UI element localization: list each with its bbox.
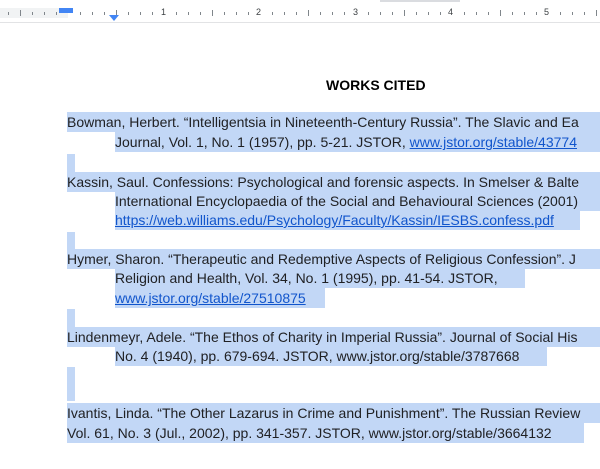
citation-hymer-line-2[interactable]: Religion and Health, Vol. 34, No. 1 (199… (115, 268, 525, 288)
citation-lindenmeyr-line-1[interactable]: Lindenmeyr, Adele. “The Ethos of Charity… (67, 327, 600, 347)
ruler-number-4: 4 (448, 7, 454, 17)
citation-kassin-line-3[interactable]: https://web.williams.edu/Psychology/Facu… (115, 210, 580, 230)
ruler-tick (368, 12, 369, 15)
selection-blank-line (67, 367, 75, 401)
docs-editor: 1 2 3 4 5 WORKS CITED Bowman, Herbert. “… (0, 0, 600, 469)
citation-ivantis-line-2[interactable]: Vol. 61, No. 3 (Jul., 2002), pp. 341-357… (67, 423, 584, 443)
ruler-tick (404, 10, 405, 16)
ruler-number-2: 2 (256, 7, 262, 17)
ruler-tick (320, 12, 321, 15)
document-page[interactable]: WORKS CITED Bowman, Herbert. “Intelligen… (0, 23, 600, 469)
ruler-tick (332, 12, 333, 15)
citation-bowman-line-2[interactable]: Journal, Vol. 1, No. 1 (1957), pp. 5-21.… (115, 132, 600, 152)
ruler-tick (524, 12, 525, 15)
ruler-tick (248, 12, 249, 15)
ruler-tick (80, 12, 81, 15)
ruler-tick (56, 12, 57, 15)
ruler-left-margin (0, 8, 68, 18)
citation-hymer-line-1[interactable]: Hymer, Sharon. “Therapeutic and Redempti… (67, 249, 600, 269)
ruler-tick (488, 12, 489, 15)
ruler-tick (560, 12, 561, 15)
citation-kassin-line-2[interactable]: International Encyclopaedia of the Socia… (115, 191, 600, 211)
ruler-tick (572, 12, 573, 15)
ruler-tick (212, 10, 213, 16)
ruler-tick (512, 12, 513, 15)
ruler-number-3: 3 (353, 7, 359, 17)
ruler-tick (92, 12, 93, 15)
citation-ivantis-line-1[interactable]: Ivantis, Linda. “The Other Lazarus in Cr… (67, 403, 600, 423)
ruler-tick (128, 12, 129, 15)
ruler-tick (188, 12, 189, 15)
ruler-tick (584, 12, 585, 15)
ruler-tick (44, 12, 45, 15)
first-line-indent-handle[interactable] (59, 8, 73, 13)
ruler-tick (308, 10, 309, 16)
ruler-tick (440, 12, 441, 15)
ruler-tick (536, 12, 537, 15)
ruler-tick (596, 10, 597, 16)
ruler-tick (32, 12, 33, 15)
citation-hymer-link[interactable]: www.jstor.org/stable/27510875 (115, 290, 306, 306)
ruler-tick (236, 12, 237, 15)
ruler-tick (104, 12, 105, 15)
ruler-tick (392, 12, 393, 15)
selection-blank-line (67, 232, 75, 250)
ruler-tick (428, 12, 429, 15)
selection-blank-line (67, 154, 75, 172)
ruler-tick (224, 12, 225, 15)
ruler-tick (380, 12, 381, 15)
citation-hymer-line-3[interactable]: www.jstor.org/stable/27510875 (115, 288, 325, 308)
selection-blank-line (67, 309, 75, 327)
ruler-tick (476, 12, 477, 15)
toolbar-edge (380, 0, 460, 2)
citation-kassin-line-1[interactable]: Kassin, Saul. Confessions: Psychological… (67, 172, 600, 192)
ruler-tick (140, 12, 141, 15)
ruler-tick (344, 12, 345, 15)
ruler-tick (176, 12, 177, 15)
ruler-number-5: 5 (544, 7, 550, 17)
citation-bowman-text: Journal, Vol. 1, No. 1 (1957), pp. 5-21.… (115, 134, 410, 150)
ruler-tick (8, 12, 9, 15)
ruler-tick (296, 12, 297, 15)
ruler-tick (272, 12, 273, 15)
ruler-tick (284, 12, 285, 15)
ruler-tick (20, 10, 21, 16)
ruler-tick (200, 12, 201, 15)
ruler-tick (416, 12, 417, 15)
ruler-tick (152, 12, 153, 15)
citation-bowman-line-1[interactable]: Bowman, Herbert. “Intelligentsia in Nine… (67, 112, 600, 132)
left-indent-marker-icon[interactable] (109, 15, 119, 21)
citation-bowman-link[interactable]: www.jstor.org/stable/43774 (410, 134, 577, 150)
horizontal-ruler[interactable]: 1 2 3 4 5 (0, 0, 600, 23)
citation-kassin-link[interactable]: https://web.williams.edu/Psychology/Facu… (115, 212, 554, 228)
ruler-number-1: 1 (161, 7, 167, 17)
citation-lindenmeyr-line-2[interactable]: No. 4 (1940), pp. 679-694. JSTOR, www.js… (115, 346, 547, 366)
ruler-tick (500, 10, 501, 16)
page-title: WORKS CITED (326, 77, 426, 93)
ruler-tick (464, 12, 465, 15)
